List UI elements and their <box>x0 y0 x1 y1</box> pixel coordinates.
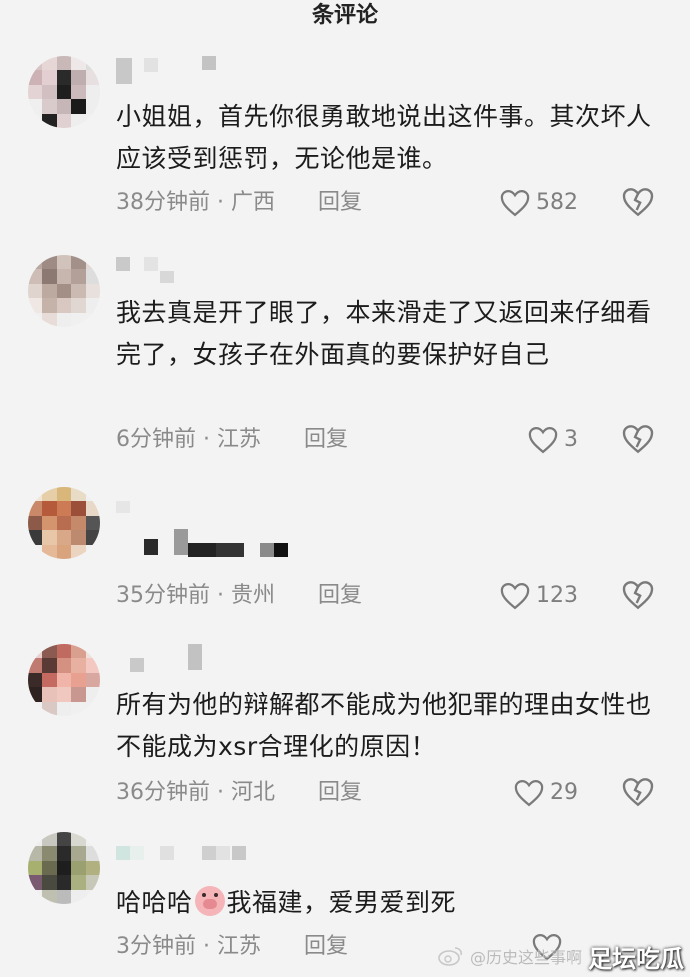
like-count: 123 <box>536 583 578 608</box>
broken-heart-icon <box>622 425 654 454</box>
comments-header: 条评论 <box>0 0 690 34</box>
comment-meta: 38分钟前 · 广西 回复 582 <box>116 186 676 220</box>
watermark-account: @历史这些事啊 <box>469 948 582 967</box>
comment-meta: 6分钟前 · 江苏 回复 3 <box>116 423 676 457</box>
reply-button[interactable]: 回复 <box>318 186 362 220</box>
broken-heart-icon <box>622 778 654 807</box>
heart-outline-icon <box>514 779 544 807</box>
reply-button[interactable]: 回复 <box>304 423 348 457</box>
avatar[interactable] <box>28 832 100 904</box>
username-blurred[interactable] <box>116 487 416 563</box>
comment-text-after: 我福建，爱男爱到死 <box>226 888 457 917</box>
reply-button[interactable]: 回复 <box>318 776 362 810</box>
comment-text: 所有为他的辩解都不能成为他犯罪的理由女性也不能成为xsr合理化的原因！ <box>116 690 652 761</box>
time-location: 38分钟前 · 广西 <box>116 190 275 215</box>
heart-outline-icon <box>528 426 558 454</box>
like-count: 3 <box>564 427 578 452</box>
username-blurred[interactable] <box>116 832 416 884</box>
watermark-brand: 足坛吃瓜 <box>588 944 684 973</box>
time-location: 6分钟前 · 江苏 <box>116 427 261 452</box>
heart-outline-icon <box>500 582 530 610</box>
reply-button[interactable]: 回复 <box>304 930 348 964</box>
time-location: 3分钟前 · 江苏 <box>116 934 261 959</box>
dislike-button[interactable] <box>622 579 654 613</box>
pig-emoji-icon <box>194 886 225 916</box>
dislike-button[interactable] <box>622 186 654 220</box>
comments-count-title: 条评论 <box>311 3 378 28</box>
reply-button[interactable]: 回复 <box>318 579 362 613</box>
broken-heart-icon <box>622 581 654 610</box>
avatar[interactable] <box>28 644 100 716</box>
comment-text: 小姐姐，首先你很勇敢地说出这件事。其次坏人应该受到惩罚，无论他是谁。 <box>116 102 652 173</box>
like-count: 582 <box>536 190 578 215</box>
heart-outline-icon <box>500 189 530 217</box>
comment-text-before: 哈哈哈 <box>116 888 193 917</box>
comment-text: 我去真是开了眼了，本来滑走了又返回来仔细看完了，女孩子在外面真的要保护好自己 <box>116 298 652 369</box>
like-button[interactable]: 123 <box>500 579 578 613</box>
weibo-logo-icon <box>438 947 462 966</box>
watermark: @历史这些事啊 足坛吃瓜 <box>438 939 684 973</box>
like-button[interactable]: 582 <box>500 186 578 220</box>
broken-heart-icon <box>622 188 654 217</box>
time-location: 36分钟前 · 河北 <box>116 780 275 805</box>
avatar[interactable] <box>28 56 100 128</box>
comment-meta: 35分钟前 · 贵州 回复 123 <box>116 579 676 613</box>
time-location: 35分钟前 · 贵州 <box>116 583 275 608</box>
avatar[interactable] <box>28 487 100 559</box>
like-count: 29 <box>550 780 578 805</box>
dislike-button[interactable] <box>622 423 654 457</box>
dislike-button[interactable] <box>622 776 654 810</box>
like-button[interactable]: 29 <box>514 776 578 810</box>
avatar[interactable] <box>28 255 100 327</box>
comment-meta: 36分钟前 · 河北 回复 29 <box>116 776 676 810</box>
comment-text: 哈哈哈 我福建，爱男爱到死 <box>116 882 656 924</box>
like-button[interactable]: 3 <box>528 423 578 457</box>
